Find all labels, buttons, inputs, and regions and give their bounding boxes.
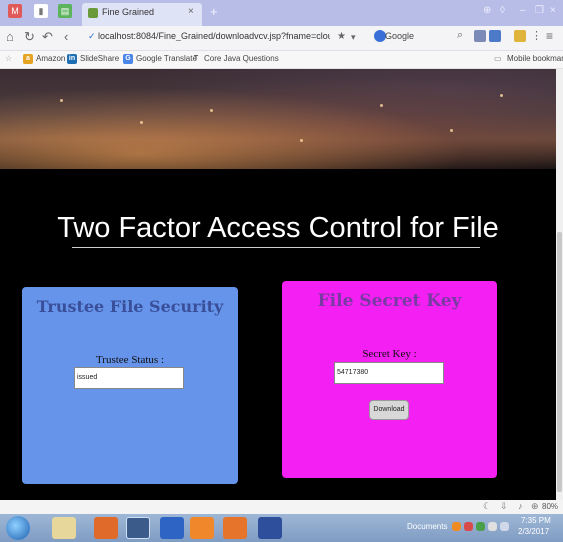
star-icon: ☆	[5, 54, 13, 63]
minimize-icon[interactable]: –	[520, 5, 526, 16]
start-button[interactable]	[6, 516, 30, 540]
status-bar: ☾ ⇩ ♪ ⊕ 80%	[0, 500, 563, 514]
dropdown-icon[interactable]: ▾	[351, 32, 356, 43]
extensions-icon[interactable]: ⊕	[483, 5, 491, 16]
bookmarks-bar: ☆ a Amazon in SlideShare G Google Transl…	[0, 51, 563, 69]
trustee-status-field[interactable]: issued	[74, 367, 184, 389]
zoom-icon[interactable]: ⊕	[531, 501, 539, 512]
back-icon[interactable]: ‹	[64, 29, 68, 44]
media-player-icon[interactable]	[223, 517, 247, 539]
secret-key-panel: File Secret Key Secret Key : 54717380 Do…	[282, 281, 497, 478]
bookmark-star-icon[interactable]: ★	[337, 31, 346, 42]
tab-strip: M ▮ ▤ Fine Grained × + ⊕ ◊ – ❐ ×	[0, 0, 563, 26]
word-icon[interactable]	[258, 517, 282, 539]
sidebar-icon[interactable]: ▤	[58, 4, 72, 18]
hero-image	[0, 69, 556, 169]
google-translate-icon: G	[123, 54, 133, 64]
bookmark-amazon[interactable]: Amazon	[36, 54, 65, 63]
app-icon[interactable]	[126, 517, 150, 539]
mobile-bookmarks[interactable]: Mobile bookmarks	[507, 54, 563, 63]
netbeans-icon[interactable]	[160, 517, 184, 539]
text-icon: T	[193, 55, 199, 62]
tray-icon-2[interactable]	[464, 522, 473, 531]
volume-tray-icon[interactable]	[500, 522, 509, 531]
scrollbar-thumb[interactable]	[557, 232, 562, 492]
tray-icon-1[interactable]	[452, 522, 461, 531]
search-icon[interactable]: ⌕	[457, 29, 463, 42]
browser-tab[interactable]: Fine Grained ×	[82, 3, 202, 26]
search-engine-label[interactable]: Google	[385, 31, 414, 41]
favicon-icon	[88, 8, 98, 18]
address-bar[interactable]: localhost:8084/Fine_Grained/downloadvcv.…	[98, 31, 330, 41]
explorer-icon[interactable]	[52, 517, 76, 539]
browser-toolbar: ⌂ ↻ ↶ ‹ ✓ localhost:8084/Fine_Grained/do…	[0, 26, 563, 51]
bookmark-slideshare[interactable]: SlideShare	[80, 54, 119, 63]
page-content: Two Factor Access Control for File Trust…	[0, 69, 556, 500]
night-mode-icon[interactable]: ☾	[483, 501, 491, 512]
trustee-heading: Trustee File Security	[36, 297, 224, 316]
app-menu-icon[interactable]: M	[8, 4, 22, 18]
tab-title: Fine Grained	[102, 7, 155, 17]
slideshare-icon: in	[67, 54, 77, 64]
undo-icon[interactable]: ↶	[42, 29, 53, 45]
notes-icon[interactable]	[514, 30, 526, 42]
restore-icon[interactable]: ❐	[535, 5, 544, 16]
menu-icon[interactable]: ≡	[546, 29, 553, 43]
bookmark-google-translate[interactable]: Google Translate	[136, 54, 197, 63]
network-icon[interactable]	[488, 522, 497, 531]
taskbar: Documents 7:35 PM 2/3/2017	[0, 514, 563, 542]
mail-icon[interactable]	[474, 30, 486, 42]
clock-time[interactable]: 7:35 PM	[521, 516, 551, 525]
new-tab-button[interactable]: +	[210, 4, 218, 19]
documents-toolbar[interactable]: Documents	[407, 522, 447, 531]
page-title: Two Factor Access Control for File	[57, 212, 499, 244]
title-underline	[72, 247, 480, 248]
secret-key-label: Secret Key :	[362, 348, 417, 360]
amazon-icon: a	[23, 54, 33, 64]
close-window-icon[interactable]: ×	[550, 5, 556, 16]
tray-icon-3[interactable]	[476, 522, 485, 531]
trustee-panel: Trustee File Security Trustee Status : i…	[22, 287, 238, 484]
download-button[interactable]: Download	[369, 400, 409, 420]
site-info-icon[interactable]: ✓	[88, 31, 96, 42]
secret-key-heading: File Secret Key	[317, 291, 462, 311]
more-icon[interactable]: ⋮	[531, 29, 542, 42]
home-icon[interactable]: ⌂	[6, 29, 14, 44]
extension-icon[interactable]	[489, 30, 501, 42]
zoom-level[interactable]: 80%	[542, 502, 558, 511]
trustee-status-label: Trustee Status :	[95, 354, 165, 366]
secret-key-field[interactable]: 54717380	[334, 362, 444, 384]
media-icon[interactable]	[94, 517, 118, 539]
bookmark-core-java[interactable]: Core Java Questions	[204, 54, 279, 63]
clock-date[interactable]: 2/3/2017	[518, 527, 549, 536]
browser-icon[interactable]	[190, 517, 214, 539]
volume-icon[interactable]: ♪	[518, 501, 523, 511]
page-icon[interactable]: ▮	[34, 4, 48, 18]
reload-icon[interactable]: ↻	[24, 29, 35, 45]
download-icon[interactable]: ⇩	[500, 501, 508, 512]
folder-icon: ▭	[494, 54, 502, 63]
shield-icon[interactable]: ◊	[500, 5, 505, 16]
tab-close-icon[interactable]: ×	[188, 6, 194, 17]
